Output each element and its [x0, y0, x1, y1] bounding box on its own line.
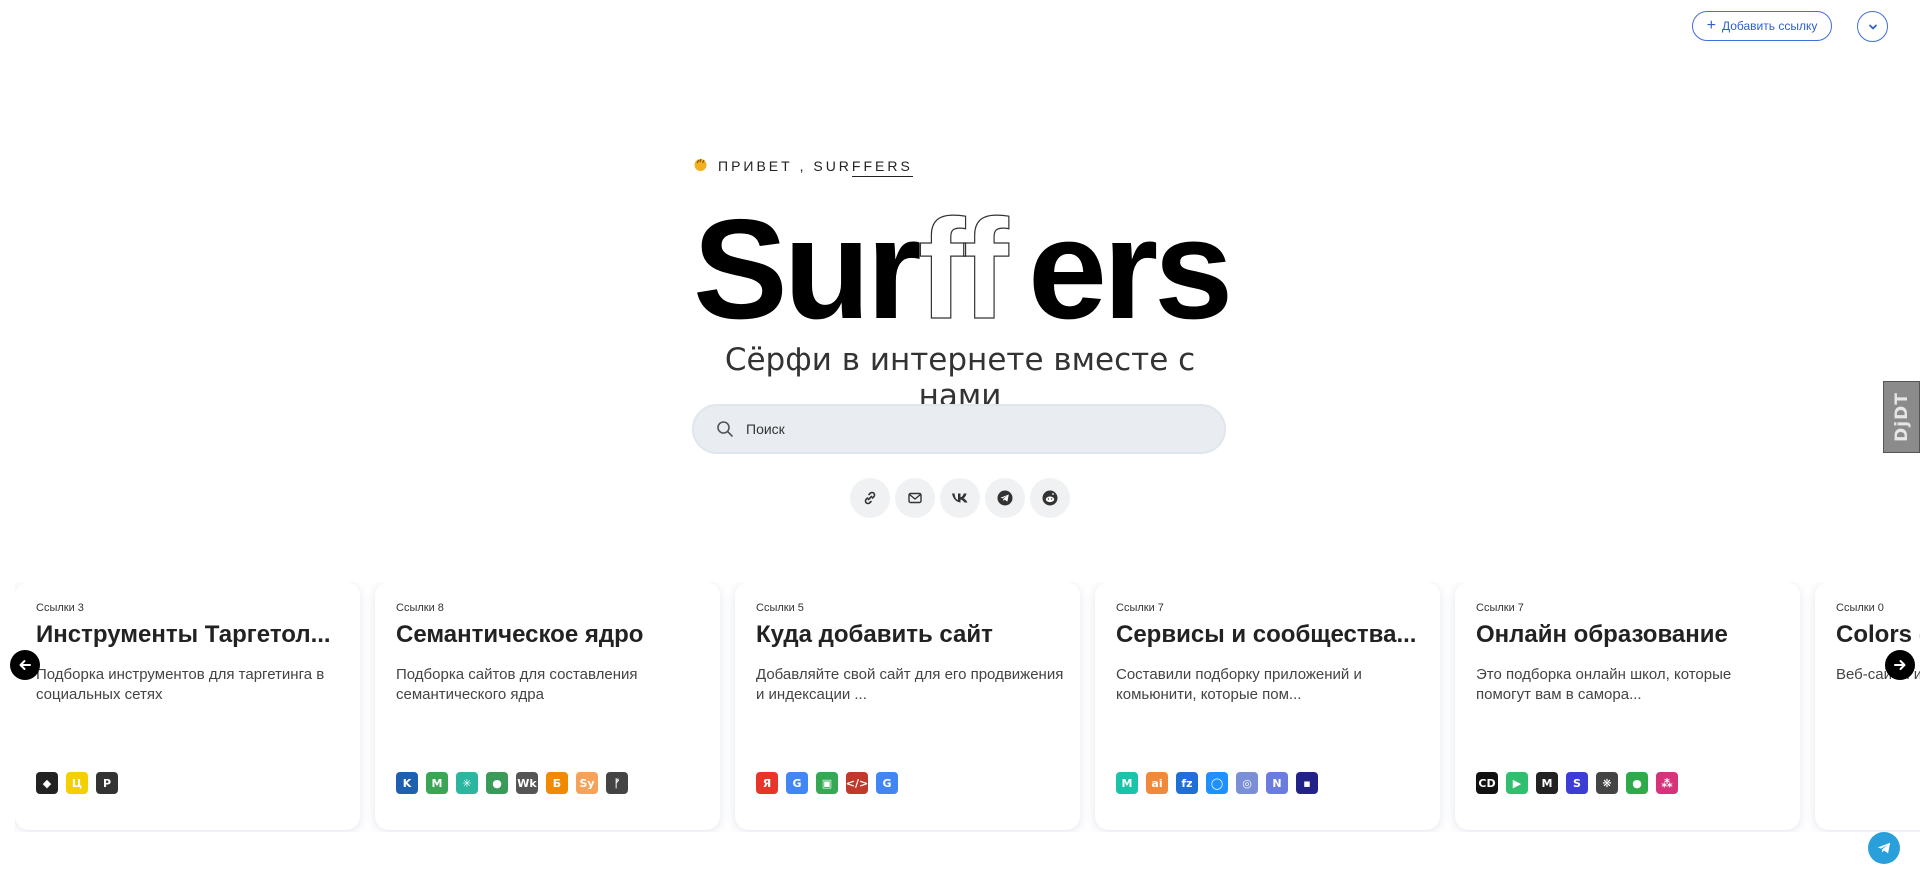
site-favicon-icon: Б — [546, 772, 568, 794]
collection-card[interactable]: Ссылки 7 Онлайн образование Это подборка… — [1455, 582, 1800, 830]
plus-icon: + — [1706, 16, 1716, 34]
card-description: Подборка инструментов для таргетинга в с… — [36, 666, 325, 703]
share-vk-button[interactable] — [940, 478, 980, 518]
site-favicon-icon: ◆ — [36, 772, 58, 794]
site-favicon-icon: G — [786, 772, 808, 794]
logo-text-outline: ff — [918, 200, 1009, 340]
collections-carousel: Ссылки 3 Инструменты Таргетол... Подборк… — [15, 582, 1920, 832]
greeting-brand: FFERS — [851, 158, 913, 177]
collection-card[interactable]: Ссылки 5 Куда добавить сайт Добавляйте с… — [735, 582, 1080, 830]
collection-card[interactable]: Ссылки 3 Инструменты Таргетол... Подборк… — [15, 582, 360, 830]
site-favicon-icon: ai — [1146, 772, 1168, 794]
card-description: Подборка сайтов для составления семантич… — [396, 666, 638, 703]
site-favicon-icon: ◯ — [1206, 772, 1228, 794]
carousel-prev-button[interactable] — [10, 650, 40, 680]
site-favicon-icon: ❋ — [1596, 772, 1618, 794]
collection-card[interactable]: Ссылки 7 Сервисы и сообщества... Состави… — [1095, 582, 1440, 830]
card-site-icons: Mai fz ◯ ◎ N ▪ — [1116, 772, 1318, 794]
site-favicon-icon: ▪ — [1296, 772, 1318, 794]
card-description: Составили подборку приложений и комьюнит… — [1116, 666, 1362, 703]
social-links — [850, 478, 1070, 518]
card-link-count: Ссылки 3 — [36, 602, 84, 614]
card-link-count: Ссылки 0 — [1836, 602, 1884, 614]
site-favicon-icon: ᚠ — [606, 772, 628, 794]
search-input[interactable] — [746, 421, 1166, 437]
site-favicon-icon: </> — [846, 772, 868, 794]
card-description: Это подборка онлайн школ, которые помогу… — [1476, 666, 1732, 703]
card-site-icons: ◆ Ц P — [36, 772, 118, 794]
collection-card[interactable]: Ссылки 0 Colors ( Веб-сайты и выбором ц — [1815, 582, 1920, 830]
site-favicon-icon: S — [1566, 772, 1588, 794]
search-icon — [717, 421, 733, 437]
surffers-logo: Sur ff ers — [693, 200, 1233, 340]
debug-toolbar-label: DjDT — [1891, 392, 1912, 442]
site-favicon-icon: P — [96, 772, 118, 794]
carousel-next-button[interactable] — [1885, 650, 1915, 680]
site-favicon-icon: M — [1536, 772, 1558, 794]
site-favicon-icon: ▶ — [1506, 772, 1528, 794]
logo-text-right: ers — [1028, 200, 1229, 340]
chevron-down-icon — [1868, 24, 1877, 29]
card-link-count: Ссылки 8 — [396, 602, 444, 614]
card-link-count: Ссылки 5 — [756, 602, 804, 614]
card-link-count: Ссылки 7 — [1476, 602, 1524, 614]
card-site-icons: K M ✳ ● Wk Б Sy ᚠ — [396, 772, 628, 794]
site-favicon-icon: CD — [1476, 772, 1498, 794]
site-favicon-icon: Я — [756, 772, 778, 794]
collection-card[interactable]: Ссылки 8 Семантическое ядро Подборка сай… — [375, 582, 720, 830]
arrow-left-icon — [19, 660, 31, 670]
telegram-chat-button[interactable] — [1868, 832, 1900, 864]
site-favicon-icon: ▣ — [816, 772, 838, 794]
vk-icon — [952, 493, 968, 503]
card-title: Сервисы и сообщества... — [1116, 621, 1417, 648]
site-favicon-icon: Sy — [576, 772, 598, 794]
logo-text-left: Sur — [693, 200, 920, 340]
site-favicon-icon: ⁂ — [1656, 772, 1678, 794]
reddit-icon — [1042, 490, 1058, 506]
waving-hand-icon — [693, 157, 708, 175]
card-title: Куда добавить сайт — [756, 621, 993, 648]
site-favicon-icon: ● — [486, 772, 508, 794]
card-title: Онлайн образование — [1476, 621, 1728, 648]
telegram-icon — [997, 490, 1013, 506]
search-bar[interactable] — [692, 404, 1226, 454]
link-icon — [864, 491, 876, 505]
site-favicon-icon: M — [426, 772, 448, 794]
greeting-text: ПРИВЕТ , SUR — [718, 158, 852, 174]
mail-icon — [908, 492, 922, 504]
add-link-button[interactable]: + Добавить ссылку — [1692, 11, 1832, 41]
account-menu-toggle[interactable] — [1857, 11, 1888, 42]
site-favicon-icon: Wk — [516, 772, 538, 794]
site-favicon-icon: M — [1116, 772, 1138, 794]
card-site-icons: CD ▶ M S ❋ ● ⁂ — [1476, 772, 1678, 794]
debug-toolbar-tab[interactable]: DjDT — [1883, 381, 1920, 453]
arrow-right-icon — [1894, 660, 1906, 670]
telegram-icon — [1877, 842, 1891, 854]
site-favicon-icon: ◎ — [1236, 772, 1258, 794]
card-description: Добавляйте свой сайт для его продвижения… — [756, 666, 1064, 703]
share-link-button[interactable] — [850, 478, 890, 518]
site-favicon-icon: fz — [1176, 772, 1198, 794]
share-mail-button[interactable] — [895, 478, 935, 518]
card-title: Семантическое ядро — [396, 621, 644, 648]
share-reddit-button[interactable] — [1030, 478, 1070, 518]
site-favicon-icon: N — [1266, 772, 1288, 794]
site-favicon-icon: Ц — [66, 772, 88, 794]
site-favicon-icon: ● — [1626, 772, 1648, 794]
greeting: ПРИВЕТ , SURFFERS — [693, 157, 913, 177]
share-telegram-button[interactable] — [985, 478, 1025, 518]
site-favicon-icon: K — [396, 772, 418, 794]
card-link-count: Ссылки 7 — [1116, 602, 1164, 614]
site-favicon-icon: G — [876, 772, 898, 794]
add-link-label: Добавить ссылку — [1721, 19, 1818, 33]
card-title: Инструменты Таргетол... — [36, 621, 331, 648]
card-site-icons: Я G ▣ </> G — [756, 772, 898, 794]
card-title: Colors ( — [1836, 621, 1920, 648]
site-favicon-icon: ✳ — [456, 772, 478, 794]
